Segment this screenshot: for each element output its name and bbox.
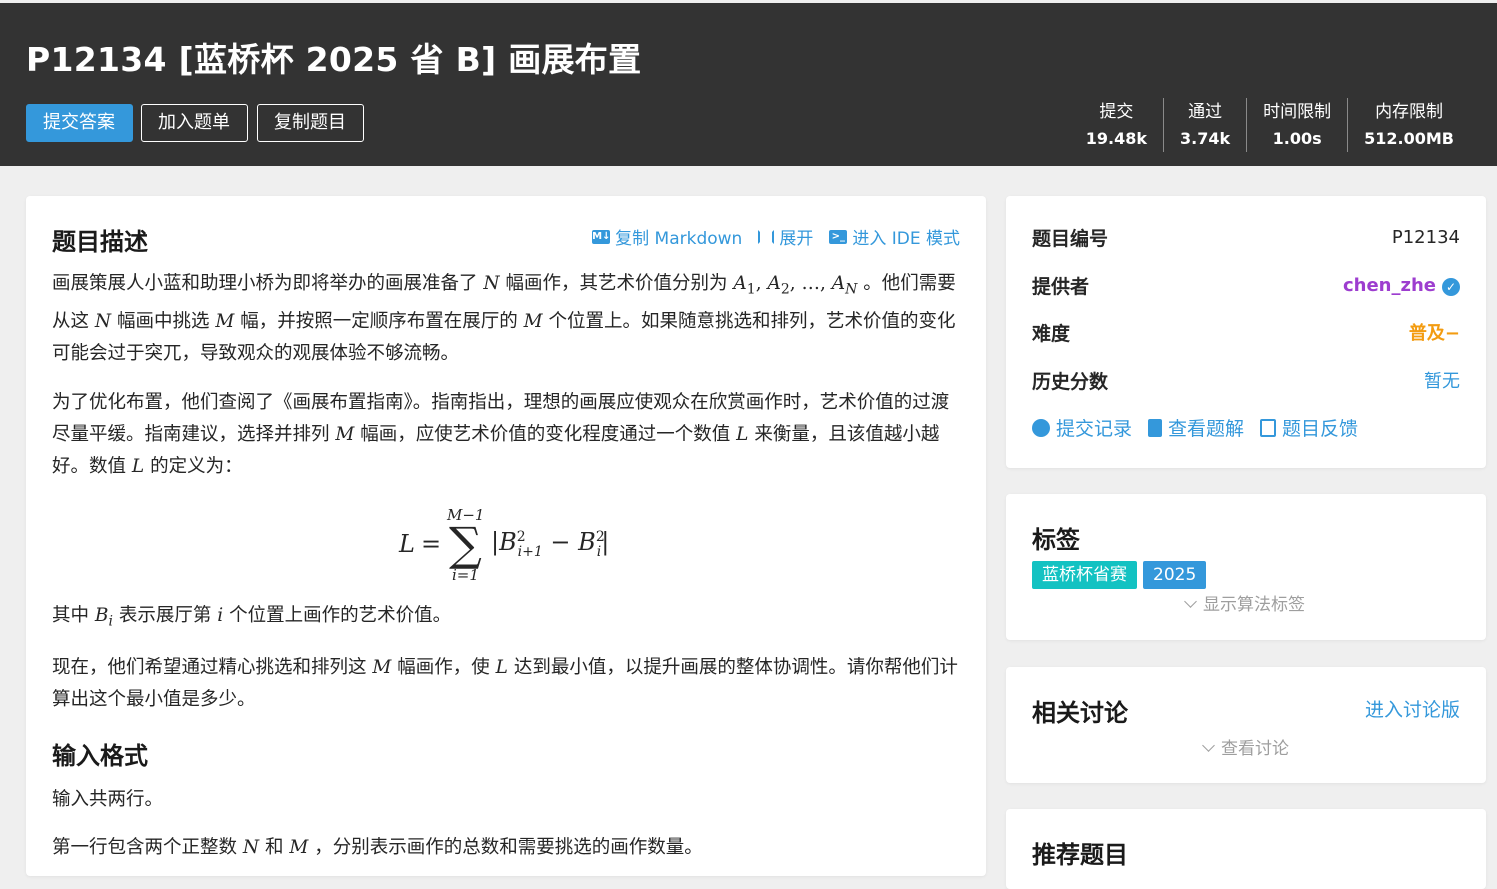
info-links: 提交记录 查看题解 题目反馈 [1032,414,1358,441]
problem-header: P12134 [蓝桥杯 2025 省 B] 画展布置 提交答案 加入题单 复制题… [0,3,1497,166]
info-row-id: 题目编号 P12134 [1032,226,1460,250]
info-row-author: 提供者 chen_zhe ✓ [1032,270,1460,300]
markdown-icon: M↓ [592,229,611,244]
stat-time-limit: 时间限制 1.00s [1246,98,1347,152]
chevron-down-icon [1184,595,1197,608]
expand-button[interactable]: 展开 [758,224,813,249]
problem-stats: 提交 19.48k 通过 3.74k 时间限制 1.00s 内存限制 512.0… [1070,98,1470,152]
description-paragraph-1: 画展策展人小蓝和助理小桥为即将举办的画展准备了 N 幅画作，其艺术价值分别为 A… [52,273,956,364]
tag-2025[interactable]: 2025 [1143,561,1207,589]
problem-actions: M↓ 复制 Markdown 展开 >_ 进入 IDE 模式 [592,224,960,249]
verified-icon: ✓ [1442,277,1460,296]
submission-records-link[interactable]: 提交记录 [1032,414,1132,441]
discussion-title: 相关讨论 [1032,699,1128,727]
feedback-link[interactable]: 题目反馈 [1260,414,1358,441]
recommend-title: 推荐题目 [1032,841,1128,869]
author-link[interactable]: chen_zhe ✓ [1343,275,1460,296]
list-icon [1260,418,1277,437]
stat-accepted: 通过 3.74k [1163,98,1246,152]
problem-info-card: 题目编号 P12134 提供者 chen_zhe ✓ 难度 普及− 历史分数 暂无… [1006,196,1486,468]
description-paragraph-2: 为了优化布置，他们查阅了《画展布置指南》。指南指出，理想的画展应使观众在欣赏画作… [52,392,950,477]
ide-mode-button[interactable]: >_ 进入 IDE 模式 [829,224,960,249]
tags-title: 标签 [1032,526,1080,554]
copy-markdown-button[interactable]: M↓ 复制 Markdown [592,224,742,249]
input-paragraph-1: 输入共两行。 [52,789,164,810]
history-score: 暂无 [1424,371,1460,392]
page-title: P12134 [蓝桥杯 2025 省 B] 画展布置 [26,40,642,79]
formula: L = M−1 ∑ i=1 |B2i+1 − B2i| [399,506,610,584]
stat-submissions: 提交 19.48k [1085,102,1148,148]
add-to-list-button[interactable]: 加入题单 [141,104,248,142]
formula-block: L = M−1 ∑ i=1 |B2i+1 − B2i| [26,502,986,592]
problem-id: P12134 [1391,226,1460,248]
submit-answer-button[interactable]: 提交答案 [26,104,133,142]
chevron-down-icon [1202,739,1215,752]
info-row-difficulty: 难度 普及− [1032,317,1460,347]
section-title-input: 输入格式 [52,742,148,770]
enter-discussion-link[interactable]: 进入讨论版 [1365,695,1460,722]
tag-list: 蓝桥杯省赛 2025 [1032,561,1207,589]
book-icon [1148,418,1163,437]
description-paragraph-4: 现在，他们希望通过精心挑选和排列这 M 幅画作，使 L 达到最小值，以提升画展的… [52,657,958,710]
tag-lanqiao[interactable]: 蓝桥杯省赛 [1032,561,1137,589]
view-discussion-toggle[interactable]: 查看讨论 [1202,734,1289,759]
show-algorithm-tags-toggle[interactable]: 显示算法标签 [1184,590,1305,615]
pie-chart-icon [1032,418,1050,437]
stat-memory-limit: 内存限制 512.00MB [1347,98,1470,152]
info-row-score: 历史分数 暂无 [1032,365,1460,395]
expand-icon [758,229,775,244]
section-title-description: 题目描述 [52,228,148,256]
difficulty-badge: 普及− [1408,323,1460,344]
tags-card: 标签 蓝桥杯省赛 2025 显示算法标签 [1006,494,1486,640]
copy-problem-button[interactable]: 复制题目 [257,104,364,142]
discussion-card: 相关讨论 进入讨论版 查看讨论 [1006,667,1486,783]
view-solutions-link[interactable]: 查看题解 [1148,414,1244,441]
recommend-card: 推荐题目 [1006,809,1486,889]
problem-content-card: 题目描述 M↓ 复制 Markdown 展开 >_ 进入 IDE 模式 画展策展… [26,196,986,876]
description-paragraph-3: 其中 Bi 表示展厅第 i 个位置上画作的艺术价值。 [52,605,452,630]
input-paragraph-2: 第一行包含两个正整数 N 和 M ，分别表示画作的总数和需要挑选的画作数量。 [52,837,703,858]
terminal-icon: >_ [829,229,848,244]
